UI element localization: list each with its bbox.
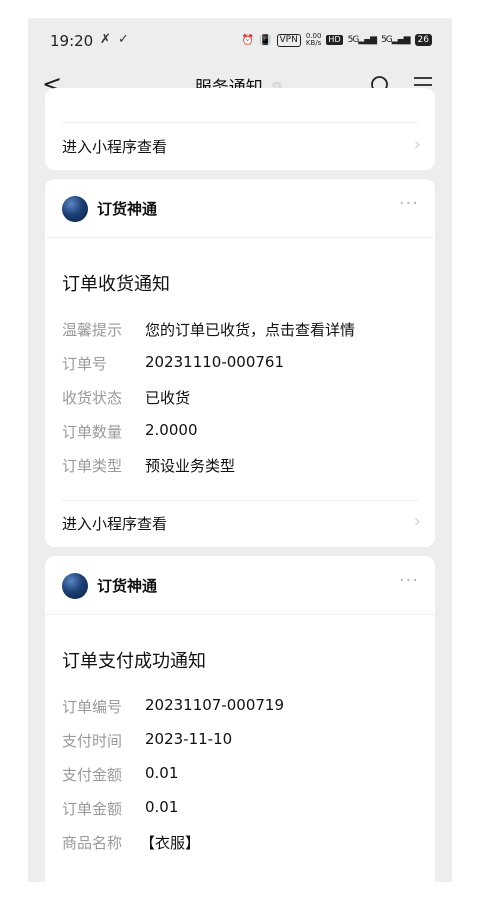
- info-value: 0.01: [145, 798, 179, 816]
- vpn-badge: VPN: [276, 33, 301, 47]
- info-value: 2023-11-10: [145, 730, 233, 748]
- battery-indicator: 26: [414, 34, 432, 46]
- info-value: 已收货: [145, 389, 191, 407]
- status-icons: ⏰ 📳 VPN 0.00 KB/s HD 5G▂▄▆ 5G▂▄▆ 26: [242, 33, 432, 47]
- sender-avatar: [62, 196, 88, 222]
- chevron-right-icon: ›: [413, 134, 421, 155]
- hd-badge: HD: [326, 35, 343, 45]
- status-glyph-2: ✓: [118, 32, 129, 47]
- sender-name: 订货神通: [97, 200, 158, 218]
- card-title: 订单收货通知: [62, 274, 170, 295]
- phone-screen: 19:20 ✗ ✓ ⏰ 📳 VPN 0.00 KB/s HD 5G▂▄▆ 5G▂…: [28, 18, 452, 882]
- more-icon[interactable]: ···: [399, 193, 419, 214]
- info-label: 温馨提示: [62, 321, 123, 339]
- info-value: 0.01: [145, 764, 179, 782]
- sender-avatar: [62, 573, 88, 599]
- info-label: 订单编号: [62, 698, 123, 716]
- info-value: 20231107-000719: [145, 696, 285, 714]
- open-miniprogram-link[interactable]: 进入小程序查看 ›: [45, 501, 435, 547]
- signal-5g-1-label: 5G: [347, 35, 360, 45]
- signal-5g-2-label: 5G: [381, 35, 393, 45]
- card-header: 订货神通 ···: [45, 556, 435, 615]
- alarm-icon: ⏰: [241, 34, 255, 46]
- info-label: 订单类型: [62, 457, 123, 475]
- more-icon[interactable]: ···: [399, 570, 419, 591]
- info-label: 支付金额: [62, 766, 123, 784]
- signal-5g-2: 5G▂▄▆: [381, 35, 410, 45]
- signal-5g-1: 5G▂▄▆: [347, 35, 377, 45]
- notification-card-order-received[interactable]: 订货神通 ··· 订单收货通知 温馨提示 您的订单已收货，点击查看详情 订单号 …: [45, 179, 435, 547]
- vibrate-icon: 📳: [259, 34, 272, 46]
- info-label: 收货状态: [62, 389, 123, 407]
- card-header: 订货神通 ···: [45, 179, 435, 238]
- open-miniprogram-link[interactable]: 进入小程序查看 ›: [45, 124, 435, 170]
- info-value: 20231110-000761: [145, 353, 285, 371]
- info-label: 订单数量: [62, 423, 123, 441]
- info-label: 订单金额: [62, 800, 123, 818]
- notification-card-payment-success[interactable]: 订货神通 ··· 订单支付成功通知 订单编号 20231107-000719 支…: [45, 556, 435, 882]
- sender-name: 订货神通: [97, 577, 158, 595]
- info-value: 预设业务类型: [145, 457, 236, 475]
- info-label: 支付时间: [62, 732, 123, 750]
- open-miniprogram-label: 进入小程序查看: [62, 138, 168, 156]
- card-title: 订单支付成功通知: [62, 651, 206, 672]
- status-glyph-1: ✗: [100, 32, 111, 47]
- info-value: 【衣服】: [140, 834, 201, 852]
- open-miniprogram-label: 进入小程序查看: [62, 515, 168, 533]
- status-bar: 19:20 ✗ ✓ ⏰ 📳 VPN 0.00 KB/s HD 5G▂▄▆ 5G▂…: [28, 18, 452, 64]
- info-value: 2.0000: [145, 421, 198, 439]
- notification-card-partial: 进入小程序查看 ›: [45, 88, 435, 170]
- status-time: 19:20: [50, 32, 94, 50]
- chevron-right-icon: ›: [413, 511, 421, 532]
- speed-unit: KB/s: [305, 39, 322, 47]
- info-value: 您的订单已收货，点击查看详情: [145, 321, 356, 339]
- card-divider: [62, 122, 418, 123]
- info-label: 商品名称: [62, 834, 123, 852]
- network-speed: 0.00 KB/s: [306, 33, 322, 47]
- info-label: 订单号: [62, 355, 108, 373]
